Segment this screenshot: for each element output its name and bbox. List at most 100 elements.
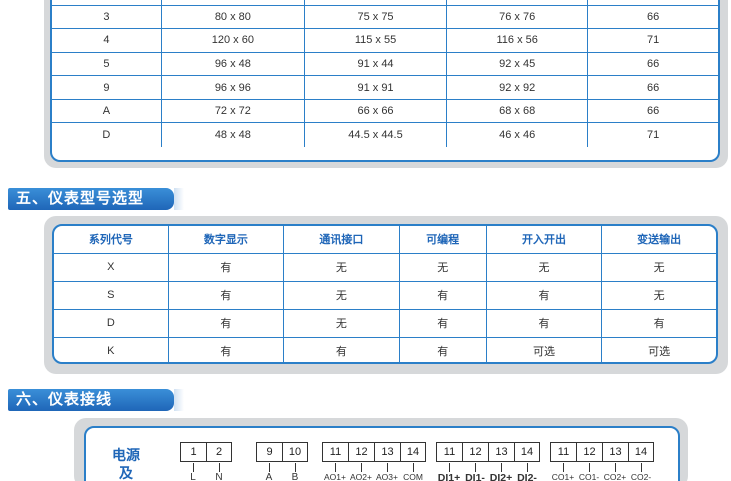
header-comm-interface: 通讯接口 [283, 226, 400, 254]
model-table-cell: 有 [399, 281, 487, 310]
terminal: 12 [462, 442, 488, 462]
terminal-wire [219, 463, 220, 472]
terminal-wire [641, 463, 642, 472]
model-table-cell: X [54, 253, 169, 282]
dimensions-table-cell: 71 [587, 28, 718, 53]
terminal-group: 12 [180, 442, 232, 462]
terminal-labels: AO1+ AO2+ AO3+ COM [322, 472, 426, 481]
model-table-row: K 有有有可选 可选 [54, 337, 716, 362]
model-table-cell: 有 [486, 281, 603, 310]
dimensions-table-cell: 92 x 92 [446, 75, 589, 100]
dimensions-table-row: D 48 x 48 44.5 x 44.5 46 x 46 71 [52, 122, 718, 147]
dimensions-table-row: A 72 x 72 66 x 66 68 x 68 66 [52, 99, 718, 124]
model-selection-frame: 系列代号 数字显示 通讯接口 可编程 开入开出 变送输出 X有无无无无S有无有有… [52, 224, 718, 364]
terminal: 14 [628, 442, 654, 462]
dimensions-table-cell: 91 x 44 [304, 52, 448, 77]
terminal-labels: CO1+ CO1- CO2+ CO2- [550, 472, 654, 481]
header-digital-display: 数字显示 [168, 226, 285, 254]
terminal: 12 [576, 442, 602, 462]
dimensions-table-cell: 92 x 45 [446, 52, 589, 77]
dimensions-table-cell: 66 [587, 52, 718, 77]
model-table-cell: 无 [486, 253, 603, 282]
terminal-labels: LN [180, 472, 232, 481]
model-table-cell: 可选 [486, 337, 603, 362]
dimensions-table-cell: 116 x 56 [446, 28, 589, 53]
dimensions-table-cell: 44.5 x 44.5 [304, 122, 448, 147]
section-six-header: 六、仪表接线 [8, 389, 184, 411]
model-table-cell: 无 [399, 253, 487, 282]
dimensions-table-row: 3 80 x 80 75 x 75 76 x 76 66 [52, 5, 718, 30]
model-table-cell: 无 [601, 253, 716, 282]
terminal-group: 9 10 [256, 442, 308, 462]
terminal-label: DI1- [465, 472, 485, 481]
section-five-header: 五、仪表型号选型 [8, 188, 184, 210]
model-table-cell: K [54, 337, 169, 362]
terminal: 2 [206, 442, 232, 462]
header-io: 开入开出 [486, 226, 603, 254]
model-table-row: D有无有有有 [54, 309, 716, 338]
dimensions-table: 2120 x 120110 x 110111 x 11171380 x 8075… [52, 0, 718, 147]
terminal-wire [449, 463, 450, 472]
terminal-wire [193, 463, 194, 472]
dimensions-table-frame: 2120 x 120110 x 110111 x 11171380 x 8075… [50, 0, 720, 162]
dimensions-table-cell: 115 x 55 [304, 28, 448, 53]
model-table-cell: 无 [283, 253, 400, 282]
terminal-label: CO2- [630, 472, 652, 481]
model-selection-panel: 系列代号 数字显示 通讯接口 可编程 开入开出 变送输出 X有无无无无S有无有有… [44, 216, 728, 374]
terminal-label: L [190, 472, 196, 481]
model-table-header-row: 系列代号 数字显示 通讯接口 可编程 开入开出 变送输出 [54, 226, 716, 254]
dimensions-table-cell: 75 x 75 [304, 5, 448, 30]
terminal: 13 [374, 442, 400, 462]
dimensions-table-cell: D [52, 122, 162, 147]
power-label-line1: 电源 [112, 447, 140, 463]
header-series-code: 系列代号 [54, 226, 169, 254]
header-programmable: 可编程 [399, 226, 487, 254]
dimensions-table-cell: 66 [587, 75, 718, 100]
wiring-panel: 电源 及 1 2 L N 9 10 A B 11 12 13 14 AO1+ AO2+ AO3+ COM 11 1… [74, 418, 688, 481]
wiring-diagram: 电源 及 1 2 L N 9 10 A B 11 12 13 14 AO1+ AO2+ AO3+ COM 11 1… [84, 426, 680, 481]
model-table-row: X有无无无无 [54, 253, 716, 282]
terminal-label: CO2+ [603, 472, 627, 481]
terminal-wire [387, 463, 388, 472]
model-table-cell: 有 [399, 337, 487, 362]
dimensions-table-cell: 91 x 91 [304, 75, 448, 100]
dimensions-table-cell: 4 [52, 28, 162, 53]
terminal-labels: AB [256, 472, 308, 481]
terminal: 11 [322, 442, 348, 462]
terminal-wire [501, 463, 502, 472]
terminal-wire [527, 463, 528, 472]
terminal: 13 [488, 442, 514, 462]
dimensions-table-cell: 120 x 60 [161, 28, 305, 53]
header-transmit-output: 变送输出 [601, 226, 716, 254]
terminal-label: AO1+ [324, 472, 346, 481]
dimensions-table-row: 9 96 x 96 91 x 91 92 x 92 66 [52, 75, 718, 100]
dimensions-table-cell: 5 [52, 52, 162, 77]
terminal-group: 11 12 13 14 [436, 442, 540, 462]
dimensions-table-cell: 71 [647, 129, 660, 142]
terminal-label: CO1- [578, 472, 600, 481]
terminal-wire [475, 463, 476, 472]
dimensions-table-cell: 48 x 48 [161, 122, 305, 147]
section-five-title: 五、仪表型号选型 [16, 190, 145, 207]
dimensions-table-cell: 76 x 76 [446, 5, 589, 30]
terminal-group: 11 12 13 14 [550, 442, 654, 462]
dimensions-table-cell: 68 x 68 [446, 99, 589, 124]
model-table-cell: 有 [168, 337, 285, 362]
terminal: 14 [514, 442, 540, 462]
terminal: 12 [348, 442, 374, 462]
terminal-wire [269, 463, 270, 472]
model-table-cell: 有 [486, 309, 603, 338]
terminal-label: AO2+ [350, 472, 372, 481]
model-table-cell: 有 [601, 309, 716, 338]
terminal-label: A [265, 472, 273, 481]
dimensions-table-cell: 96 x 96 [161, 75, 305, 100]
model-table-cell: 无 [601, 281, 716, 310]
model-table-cell: D [54, 309, 169, 338]
dimensions-table-cell: 96 x 48 [161, 52, 305, 77]
terminal-group: 11 12 13 14 [322, 442, 426, 462]
terminal-wire [615, 463, 616, 472]
dimensions-table-cell: 80 x 80 [161, 5, 305, 30]
terminal-wire [361, 463, 362, 472]
dimensions-table-cell: 66 [587, 99, 718, 124]
dimensions-table-cell: 9 [52, 75, 162, 100]
